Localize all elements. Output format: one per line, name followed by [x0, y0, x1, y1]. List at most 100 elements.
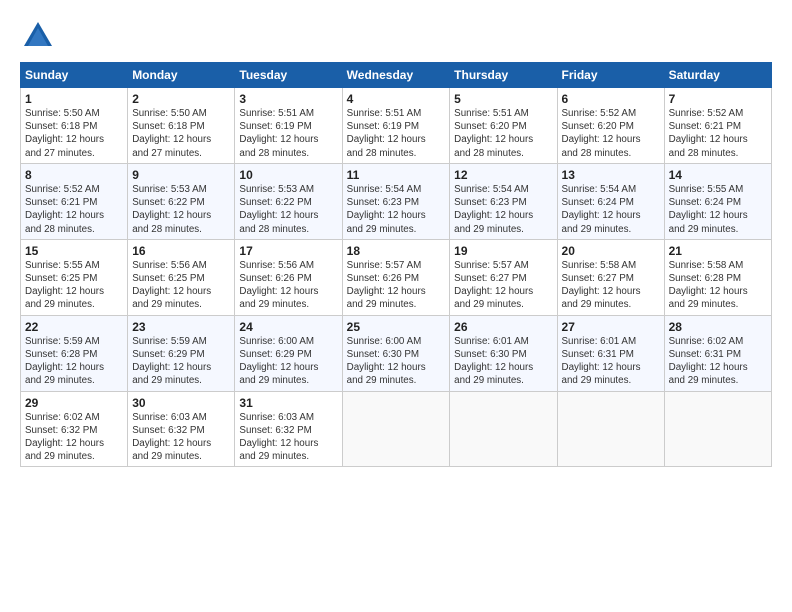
day-info: Sunrise: 5:55 AM Sunset: 6:24 PM Dayligh… — [669, 183, 767, 236]
day-number: 3 — [239, 92, 337, 106]
day-info: Sunrise: 5:50 AM Sunset: 6:18 PM Dayligh… — [132, 107, 230, 160]
day-info: Sunrise: 5:59 AM Sunset: 6:28 PM Dayligh… — [25, 335, 123, 388]
day-cell-12: 12Sunrise: 5:54 AM Sunset: 6:23 PM Dayli… — [450, 163, 557, 239]
day-number: 12 — [454, 168, 552, 182]
day-info: Sunrise: 6:02 AM Sunset: 6:31 PM Dayligh… — [669, 335, 767, 388]
day-info: Sunrise: 5:56 AM Sunset: 6:25 PM Dayligh… — [132, 259, 230, 312]
day-info: Sunrise: 6:03 AM Sunset: 6:32 PM Dayligh… — [132, 411, 230, 464]
day-info: Sunrise: 5:52 AM Sunset: 6:21 PM Dayligh… — [669, 107, 767, 160]
day-info: Sunrise: 5:54 AM Sunset: 6:24 PM Dayligh… — [562, 183, 660, 236]
day-info: Sunrise: 5:57 AM Sunset: 6:27 PM Dayligh… — [454, 259, 552, 312]
day-info: Sunrise: 5:55 AM Sunset: 6:25 PM Dayligh… — [25, 259, 123, 312]
day-cell-1: 1Sunrise: 5:50 AM Sunset: 6:18 PM Daylig… — [21, 88, 128, 164]
day-cell-27: 27Sunrise: 6:01 AM Sunset: 6:31 PM Dayli… — [557, 315, 664, 391]
empty-cell — [557, 391, 664, 467]
day-number: 24 — [239, 320, 337, 334]
logo — [20, 18, 58, 54]
weekday-header-tuesday: Tuesday — [235, 63, 342, 88]
day-info: Sunrise: 5:58 AM Sunset: 6:28 PM Dayligh… — [669, 259, 767, 312]
day-cell-13: 13Sunrise: 5:54 AM Sunset: 6:24 PM Dayli… — [557, 163, 664, 239]
week-row-1: 1Sunrise: 5:50 AM Sunset: 6:18 PM Daylig… — [21, 88, 772, 164]
day-number: 18 — [347, 244, 446, 258]
day-info: Sunrise: 5:52 AM Sunset: 6:21 PM Dayligh… — [25, 183, 123, 236]
day-cell-14: 14Sunrise: 5:55 AM Sunset: 6:24 PM Dayli… — [664, 163, 771, 239]
day-number: 19 — [454, 244, 552, 258]
day-cell-16: 16Sunrise: 5:56 AM Sunset: 6:25 PM Dayli… — [128, 239, 235, 315]
day-number: 10 — [239, 168, 337, 182]
weekday-header-thursday: Thursday — [450, 63, 557, 88]
day-info: Sunrise: 5:51 AM Sunset: 6:20 PM Dayligh… — [454, 107, 552, 160]
empty-cell — [450, 391, 557, 467]
day-info: Sunrise: 5:51 AM Sunset: 6:19 PM Dayligh… — [347, 107, 446, 160]
logo-icon — [20, 18, 56, 54]
day-cell-30: 30Sunrise: 6:03 AM Sunset: 6:32 PM Dayli… — [128, 391, 235, 467]
day-number: 6 — [562, 92, 660, 106]
day-info: Sunrise: 5:58 AM Sunset: 6:27 PM Dayligh… — [562, 259, 660, 312]
week-row-3: 15Sunrise: 5:55 AM Sunset: 6:25 PM Dayli… — [21, 239, 772, 315]
weekday-header-friday: Friday — [557, 63, 664, 88]
day-info: Sunrise: 5:56 AM Sunset: 6:26 PM Dayligh… — [239, 259, 337, 312]
day-number: 25 — [347, 320, 446, 334]
day-cell-23: 23Sunrise: 5:59 AM Sunset: 6:29 PM Dayli… — [128, 315, 235, 391]
week-row-5: 29Sunrise: 6:02 AM Sunset: 6:32 PM Dayli… — [21, 391, 772, 467]
day-cell-28: 28Sunrise: 6:02 AM Sunset: 6:31 PM Dayli… — [664, 315, 771, 391]
day-number: 4 — [347, 92, 446, 106]
day-info: Sunrise: 5:50 AM Sunset: 6:18 PM Dayligh… — [25, 107, 123, 160]
day-info: Sunrise: 5:54 AM Sunset: 6:23 PM Dayligh… — [454, 183, 552, 236]
day-number: 30 — [132, 396, 230, 410]
weekday-header-row: SundayMondayTuesdayWednesdayThursdayFrid… — [21, 63, 772, 88]
day-info: Sunrise: 6:03 AM Sunset: 6:32 PM Dayligh… — [239, 411, 337, 464]
empty-cell — [342, 391, 450, 467]
day-number: 2 — [132, 92, 230, 106]
header — [20, 18, 772, 54]
week-row-4: 22Sunrise: 5:59 AM Sunset: 6:28 PM Dayli… — [21, 315, 772, 391]
day-cell-21: 21Sunrise: 5:58 AM Sunset: 6:28 PM Dayli… — [664, 239, 771, 315]
day-info: Sunrise: 5:54 AM Sunset: 6:23 PM Dayligh… — [347, 183, 446, 236]
day-cell-11: 11Sunrise: 5:54 AM Sunset: 6:23 PM Dayli… — [342, 163, 450, 239]
empty-cell — [664, 391, 771, 467]
day-number: 14 — [669, 168, 767, 182]
day-number: 5 — [454, 92, 552, 106]
week-row-2: 8Sunrise: 5:52 AM Sunset: 6:21 PM Daylig… — [21, 163, 772, 239]
day-cell-7: 7Sunrise: 5:52 AM Sunset: 6:21 PM Daylig… — [664, 88, 771, 164]
day-info: Sunrise: 5:53 AM Sunset: 6:22 PM Dayligh… — [239, 183, 337, 236]
weekday-header-saturday: Saturday — [664, 63, 771, 88]
day-cell-26: 26Sunrise: 6:01 AM Sunset: 6:30 PM Dayli… — [450, 315, 557, 391]
day-info: Sunrise: 6:00 AM Sunset: 6:30 PM Dayligh… — [347, 335, 446, 388]
day-info: Sunrise: 6:02 AM Sunset: 6:32 PM Dayligh… — [25, 411, 123, 464]
day-number: 27 — [562, 320, 660, 334]
day-cell-18: 18Sunrise: 5:57 AM Sunset: 6:26 PM Dayli… — [342, 239, 450, 315]
day-info: Sunrise: 5:57 AM Sunset: 6:26 PM Dayligh… — [347, 259, 446, 312]
day-cell-9: 9Sunrise: 5:53 AM Sunset: 6:22 PM Daylig… — [128, 163, 235, 239]
day-number: 1 — [25, 92, 123, 106]
day-number: 8 — [25, 168, 123, 182]
day-info: Sunrise: 5:51 AM Sunset: 6:19 PM Dayligh… — [239, 107, 337, 160]
day-cell-2: 2Sunrise: 5:50 AM Sunset: 6:18 PM Daylig… — [128, 88, 235, 164]
day-cell-6: 6Sunrise: 5:52 AM Sunset: 6:20 PM Daylig… — [557, 88, 664, 164]
day-number: 21 — [669, 244, 767, 258]
day-number: 22 — [25, 320, 123, 334]
day-cell-31: 31Sunrise: 6:03 AM Sunset: 6:32 PM Dayli… — [235, 391, 342, 467]
day-number: 7 — [669, 92, 767, 106]
day-number: 23 — [132, 320, 230, 334]
day-cell-20: 20Sunrise: 5:58 AM Sunset: 6:27 PM Dayli… — [557, 239, 664, 315]
page: SundayMondayTuesdayWednesdayThursdayFrid… — [0, 0, 792, 477]
day-cell-29: 29Sunrise: 6:02 AM Sunset: 6:32 PM Dayli… — [21, 391, 128, 467]
day-cell-17: 17Sunrise: 5:56 AM Sunset: 6:26 PM Dayli… — [235, 239, 342, 315]
day-cell-19: 19Sunrise: 5:57 AM Sunset: 6:27 PM Dayli… — [450, 239, 557, 315]
day-number: 16 — [132, 244, 230, 258]
day-number: 20 — [562, 244, 660, 258]
day-info: Sunrise: 5:59 AM Sunset: 6:29 PM Dayligh… — [132, 335, 230, 388]
day-info: Sunrise: 5:53 AM Sunset: 6:22 PM Dayligh… — [132, 183, 230, 236]
day-number: 15 — [25, 244, 123, 258]
day-cell-8: 8Sunrise: 5:52 AM Sunset: 6:21 PM Daylig… — [21, 163, 128, 239]
day-number: 17 — [239, 244, 337, 258]
day-number: 26 — [454, 320, 552, 334]
weekday-header-monday: Monday — [128, 63, 235, 88]
day-cell-24: 24Sunrise: 6:00 AM Sunset: 6:29 PM Dayli… — [235, 315, 342, 391]
day-cell-4: 4Sunrise: 5:51 AM Sunset: 6:19 PM Daylig… — [342, 88, 450, 164]
day-number: 11 — [347, 168, 446, 182]
day-number: 28 — [669, 320, 767, 334]
day-number: 13 — [562, 168, 660, 182]
day-number: 31 — [239, 396, 337, 410]
